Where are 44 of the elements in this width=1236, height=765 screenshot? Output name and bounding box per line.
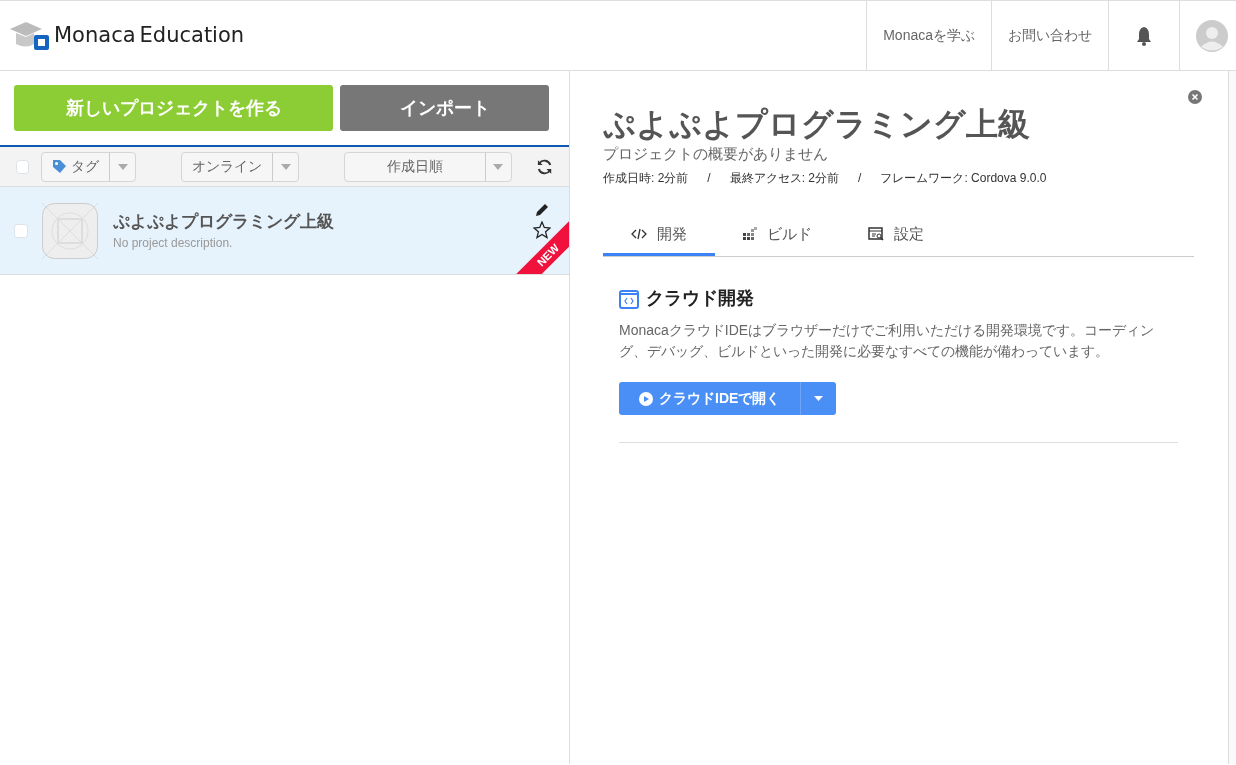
project-summary: プロジェクトの概要がありません: [603, 144, 829, 165]
project-name: ぷよぷよプログラミング上級: [113, 210, 335, 233]
tab[interactable]: 開発: [603, 214, 715, 257]
caret-icon: [814, 396, 824, 402]
refresh-icon: [535, 157, 553, 176]
code-window-icon: [619, 288, 639, 309]
code-icon: [631, 228, 647, 241]
caret-icon: [117, 163, 128, 170]
avatar-icon: [1196, 19, 1228, 52]
logo-suffix: Education: [139, 21, 245, 49]
meta-info: 作成日時: 2分前: [603, 169, 689, 187]
tag-dropdown[interactable]: タグ: [41, 151, 137, 182]
status-label: オンライン: [192, 157, 263, 176]
section-title: クラウド開発: [646, 287, 754, 311]
dropdown-toggle-button[interactable]: [800, 382, 837, 416]
pencil-icon: [534, 201, 550, 218]
logo-brand: Monaca: [54, 21, 136, 49]
section-description: MonacaクラウドIDEはブラウザーだけでご利用いただける開発環境です。コーディング、デバッグ、ビルドといった開発に必要なすべての機能が備わっています。: [619, 321, 1156, 362]
project-description: No project description.: [113, 235, 234, 253]
caret-icon: [280, 163, 291, 170]
meta-info: 最終アクセス: 2分前: [729, 169, 840, 187]
import-button[interactable]: インポート: [340, 85, 549, 131]
sort-label: 作成日順: [387, 157, 444, 176]
project-title: ぷよぷよプログラミング上級: [603, 105, 1031, 144]
tag-icon: [52, 159, 68, 174]
sort-dropdown[interactable]: 作成日順: [344, 151, 512, 182]
close-icon: [1188, 90, 1202, 104]
tab[interactable]: ビルド: [715, 214, 840, 257]
pixel-grid-icon: [743, 227, 757, 242]
caret-icon: [493, 163, 504, 170]
bell-icon: [1135, 25, 1153, 46]
window-search-icon: [868, 226, 884, 243]
play-icon: [639, 391, 653, 406]
tab[interactable]: 設定: [840, 214, 952, 257]
tag-label: タグ: [71, 157, 100, 176]
open-ide-button[interactable]: クラウドIDEで開く: [619, 382, 801, 416]
select-all-checkbox[interactable]: [16, 159, 30, 174]
app-icon: [42, 202, 98, 259]
nav-link[interactable]: お問い合わせ: [991, 1, 1108, 70]
meta-info: フレームワーク: Cordova 9.0.0: [880, 169, 1047, 187]
separator: /: [858, 169, 862, 187]
separator: /: [707, 169, 711, 187]
nav-link[interactable]: Monacaを学ぶ: [866, 1, 991, 70]
status-dropdown[interactable]: オンライン: [181, 151, 300, 182]
